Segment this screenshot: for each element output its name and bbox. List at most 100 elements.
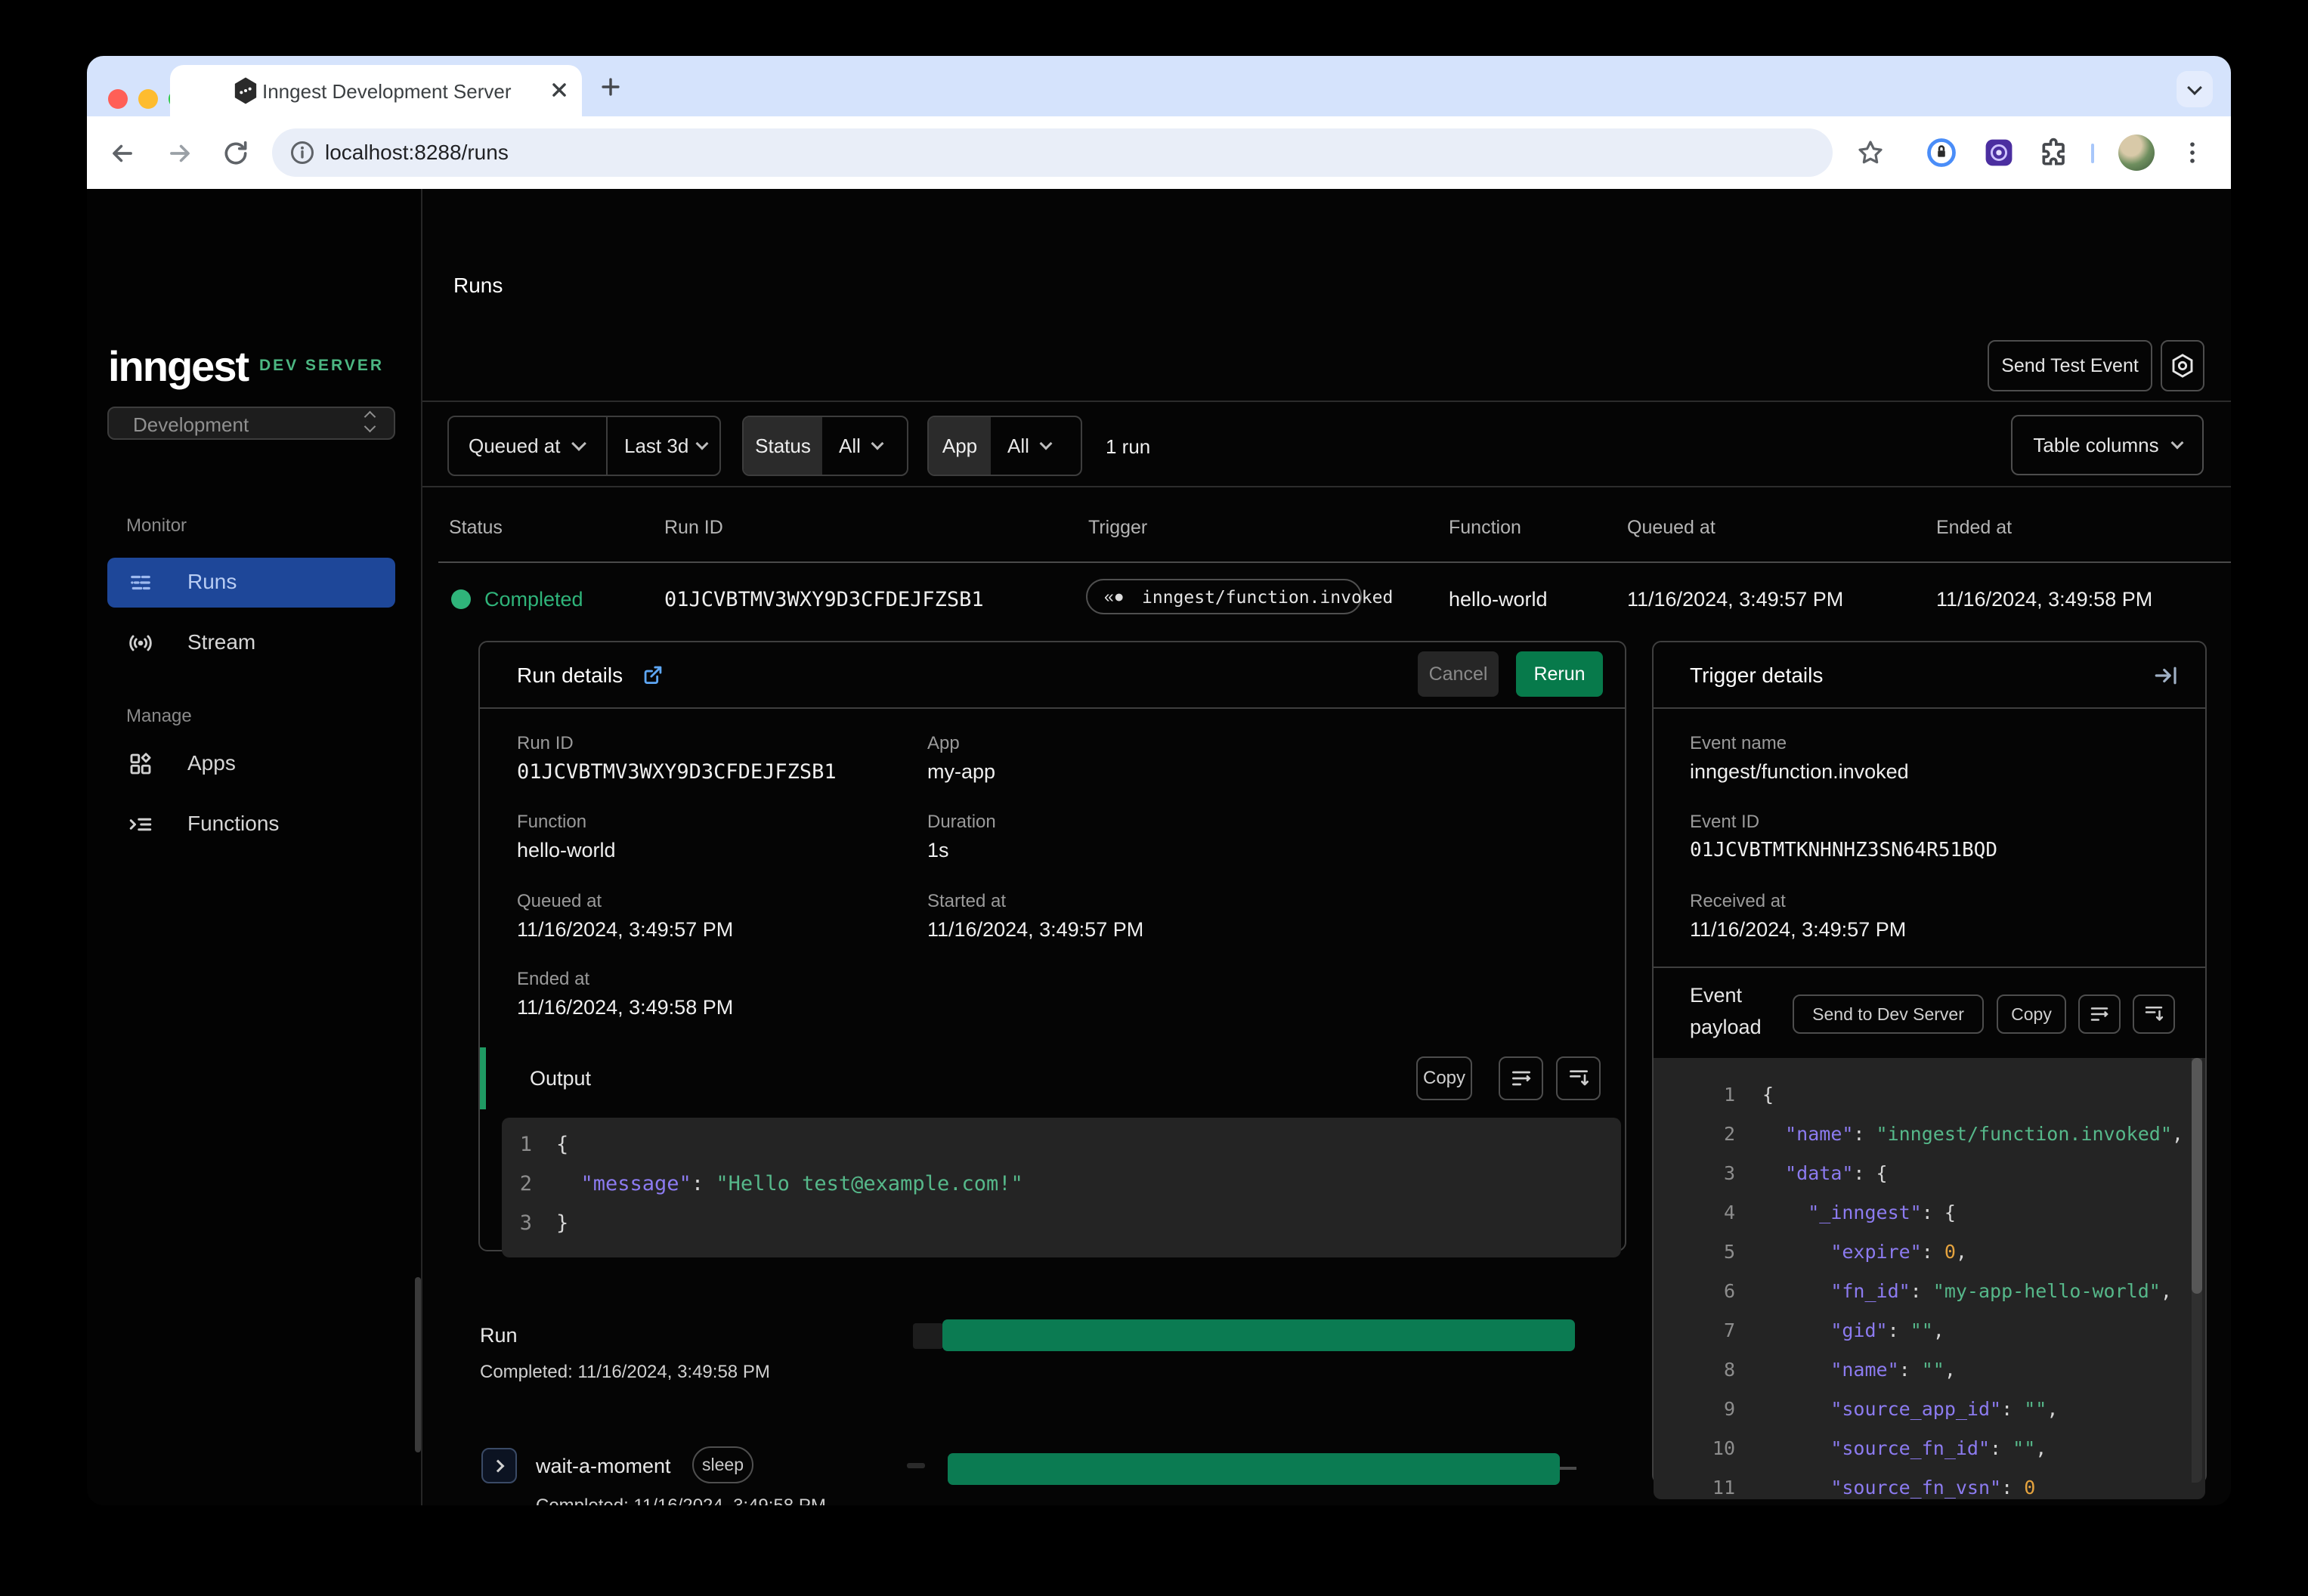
external-link-icon[interactable] bbox=[640, 662, 666, 688]
payload-code-block[interactable]: 1{2 "name": "inngest/function.invoked", 3… bbox=[1654, 1058, 2205, 1499]
column-header-function[interactable]: Function bbox=[1449, 517, 1521, 539]
duration-value: 1s bbox=[927, 839, 949, 861]
app-filter-group[interactable]: App All bbox=[927, 416, 1082, 476]
settings-button[interactable] bbox=[2161, 340, 2204, 391]
function-label: Function bbox=[517, 812, 587, 832]
status-filter-value[interactable]: All bbox=[822, 417, 908, 475]
workspace-select[interactable]: Development bbox=[107, 407, 395, 440]
chevron-down-icon bbox=[571, 436, 587, 451]
code-line: 1{ bbox=[519, 1132, 569, 1156]
column-header-status[interactable]: Status bbox=[449, 517, 503, 539]
extensions-puzzle-icon[interactable] bbox=[2038, 136, 2071, 169]
trigger-details-header: Trigger details bbox=[1654, 642, 2205, 709]
runs-icon bbox=[127, 569, 154, 596]
payload-word-wrap-button[interactable] bbox=[2078, 994, 2121, 1034]
column-header-trigger[interactable]: Trigger bbox=[1088, 517, 1147, 539]
status-filter-label: Status bbox=[744, 417, 822, 475]
gear-icon bbox=[2169, 352, 2196, 379]
purple-extension-icon[interactable] bbox=[1982, 136, 2016, 169]
browser-menu-kebab-icon[interactable] bbox=[2177, 138, 2207, 168]
payload-copy-button[interactable]: Copy bbox=[1997, 994, 2066, 1034]
new-tab-button[interactable] bbox=[598, 74, 623, 100]
functions-icon bbox=[127, 811, 154, 838]
run-details-card: Run details Cancel Rerun Run ID 01JCVBTM… bbox=[478, 641, 1626, 1257]
browser-tab[interactable]: Inngest Development Server bbox=[170, 65, 582, 116]
run-count: 1 run bbox=[1106, 435, 1151, 458]
time-range-filter[interactable]: Last 3d bbox=[608, 417, 721, 475]
payload-scroll-to-bottom-button[interactable] bbox=[2133, 994, 2175, 1034]
code-line: 4 "_inngest": { bbox=[1723, 1201, 1956, 1223]
workspace-select-value: Development bbox=[133, 413, 249, 436]
output-copy-button[interactable]: Copy bbox=[1416, 1056, 1472, 1100]
tab-search-chevron-button[interactable] bbox=[2177, 71, 2213, 107]
code-line: 5 "expire": 0, bbox=[1723, 1240, 1967, 1263]
run-details-title: Run details bbox=[517, 663, 623, 687]
run-timeline-bar[interactable] bbox=[942, 1319, 1575, 1351]
cancel-button[interactable]: Cancel bbox=[1418, 651, 1499, 697]
forward-icon[interactable] bbox=[166, 139, 194, 168]
app-label: App bbox=[927, 733, 960, 753]
scroll-to-bottom-icon bbox=[1567, 1066, 1591, 1090]
scrollbar-thumb[interactable] bbox=[415, 1277, 421, 1452]
started-at-value: 11/16/2024, 3:49:57 PM bbox=[927, 918, 1144, 941]
url-text[interactable]: localhost:8288/runs bbox=[325, 141, 509, 165]
step-name: wait-a-moment bbox=[536, 1455, 671, 1477]
site-info-icon[interactable] bbox=[289, 139, 316, 166]
traffic-close-button[interactable] bbox=[108, 89, 128, 109]
sidebar-item-apps[interactable]: Apps bbox=[107, 739, 395, 789]
chevron-down-icon bbox=[1039, 437, 1053, 450]
collapse-panel-icon[interactable] bbox=[2152, 662, 2180, 689]
browser-toolbar: localhost:8288/runs bbox=[87, 116, 2231, 189]
payload-scrollbar-thumb[interactable] bbox=[2192, 1058, 2202, 1294]
sidebar-section-manage: Manage bbox=[126, 706, 192, 726]
duration-label: Duration bbox=[927, 812, 996, 832]
status-filter-group[interactable]: Status All bbox=[742, 416, 908, 476]
code-line: 11 "source_fn_vsn": 0 bbox=[1712, 1476, 2036, 1499]
queued-at-label: Queued at bbox=[517, 891, 602, 911]
step-post-line bbox=[1560, 1467, 1576, 1470]
sidebar-item-runs[interactable]: Runs bbox=[107, 558, 395, 608]
reload-icon[interactable] bbox=[221, 139, 250, 168]
table-columns-button[interactable]: Table columns bbox=[2011, 415, 2204, 475]
function-link[interactable]: hello-world bbox=[517, 839, 616, 862]
trigger-pill-label: inngest/function.invoked bbox=[1142, 588, 1394, 608]
time-field-filter[interactable]: Queued at bbox=[449, 417, 608, 475]
word-wrap-button[interactable] bbox=[1499, 1056, 1543, 1100]
profile-avatar[interactable] bbox=[2118, 135, 2155, 171]
send-to-dev-server-button[interactable]: Send to Dev Server bbox=[1793, 994, 1984, 1034]
column-header-run-id[interactable]: Run ID bbox=[664, 517, 723, 539]
tab-title: Inngest Development Server bbox=[262, 80, 512, 103]
password-extension-icon[interactable] bbox=[1925, 136, 1958, 169]
step-expand-button[interactable] bbox=[481, 1448, 517, 1483]
bookmark-star-icon[interactable] bbox=[1855, 138, 1886, 168]
code-line: 6 "fn_id": "my-app-hello-world", bbox=[1723, 1279, 2172, 1302]
sidebar-item-functions[interactable]: Functions bbox=[107, 800, 395, 849]
sidebar-item-stream[interactable]: Stream bbox=[107, 618, 395, 668]
app-filter-value[interactable]: All bbox=[991, 417, 1084, 475]
step-timeline-bar[interactable] bbox=[948, 1453, 1560, 1485]
code-line: 8 "name": "", bbox=[1723, 1358, 1956, 1381]
trigger-pill[interactable]: «● inngest/function.invoked bbox=[1086, 579, 1393, 614]
address-bar[interactable]: localhost:8288/runs bbox=[272, 128, 1833, 177]
run-id-value: 01JCVBTMV3WXY9D3CFDEJFZSB1 bbox=[517, 760, 837, 784]
event-payload-label: Event payload bbox=[1690, 984, 1762, 1038]
run-details-header: Run details Cancel Rerun bbox=[480, 642, 1625, 709]
page-title: Runs bbox=[453, 274, 503, 297]
run-id-label: Run ID bbox=[517, 733, 574, 753]
column-header-ended[interactable]: Ended at bbox=[1936, 517, 2012, 539]
traffic-minimize-button[interactable] bbox=[138, 89, 158, 109]
sidebar: inngest DEV SERVER Development Monitor R… bbox=[87, 189, 422, 1505]
send-test-event-button[interactable]: Send Test Event bbox=[1988, 340, 2152, 391]
column-header-queued[interactable]: Queued at bbox=[1627, 517, 1716, 539]
chevron-right-icon bbox=[491, 1459, 504, 1472]
header-divider bbox=[422, 401, 2231, 402]
scroll-to-bottom-button[interactable] bbox=[1556, 1056, 1601, 1100]
back-icon[interactable] bbox=[108, 139, 137, 168]
rerun-button[interactable]: Rerun bbox=[1516, 651, 1603, 697]
tab-close-icon[interactable] bbox=[546, 77, 572, 103]
chevron-down-icon bbox=[2170, 436, 2184, 450]
app-link[interactable]: my-app bbox=[927, 760, 995, 784]
row-run-id[interactable]: 01JCVBTMV3WXY9D3CFDEJFZSB1 bbox=[664, 588, 984, 611]
chevron-down-icon bbox=[871, 437, 884, 450]
output-code-block[interactable]: 1{2 "message": "Hello test@example.com!"… bbox=[502, 1118, 1621, 1257]
